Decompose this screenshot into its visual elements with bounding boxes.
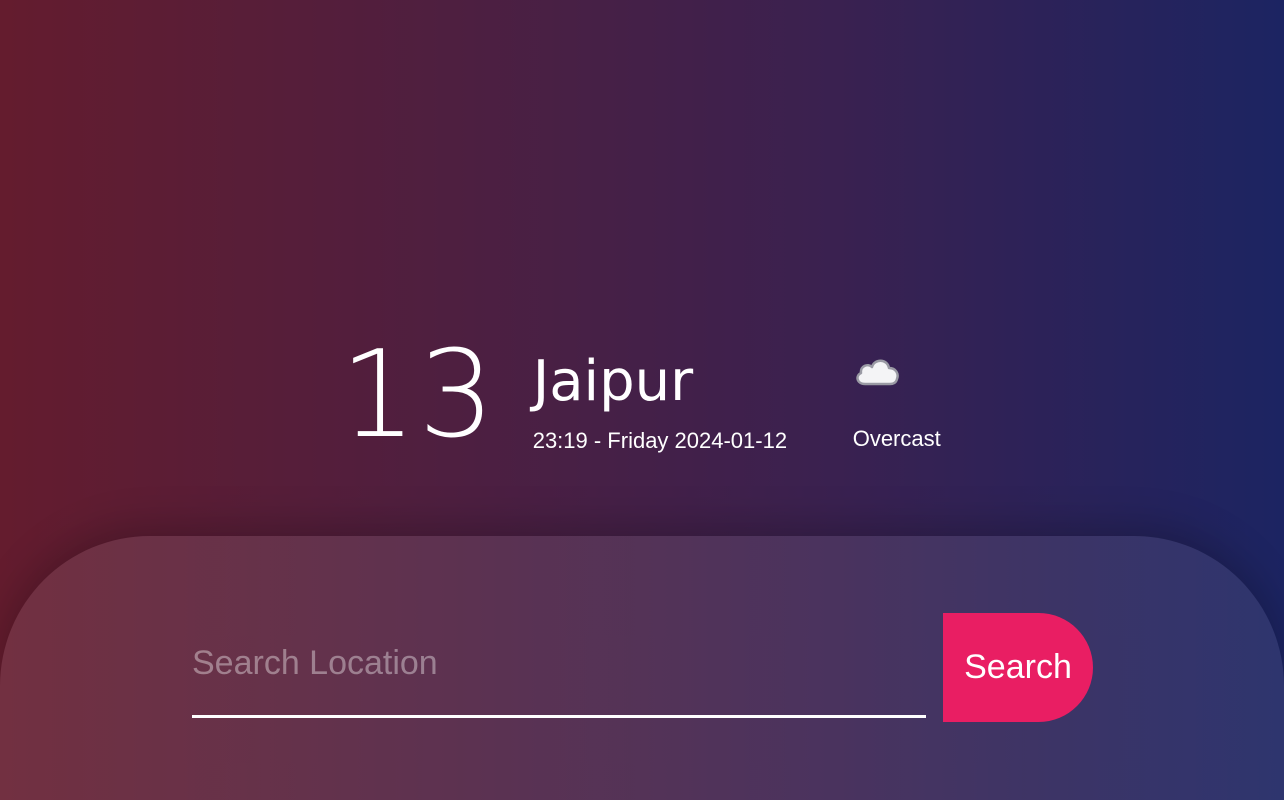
date-time: 23:19 - Friday 2024-01-12 — [532, 428, 788, 453]
city-name: Jaipur — [532, 349, 694, 414]
condition-text: Overcast — [852, 426, 941, 451]
search-button[interactable]: Search — [943, 613, 1093, 722]
location-block: Jaipur 23:19 - Friday 2024-01-12 — [533, 350, 833, 454]
search-location-input[interactable] — [192, 620, 926, 718]
temperature-value: 13 — [340, 326, 497, 465]
cloud-icon — [855, 359, 899, 386]
condition-block: Overcast — [853, 354, 941, 452]
weather-summary: 13 Jaipur 23:19 - Friday 2024-01-12 Over… — [340, 336, 941, 470]
